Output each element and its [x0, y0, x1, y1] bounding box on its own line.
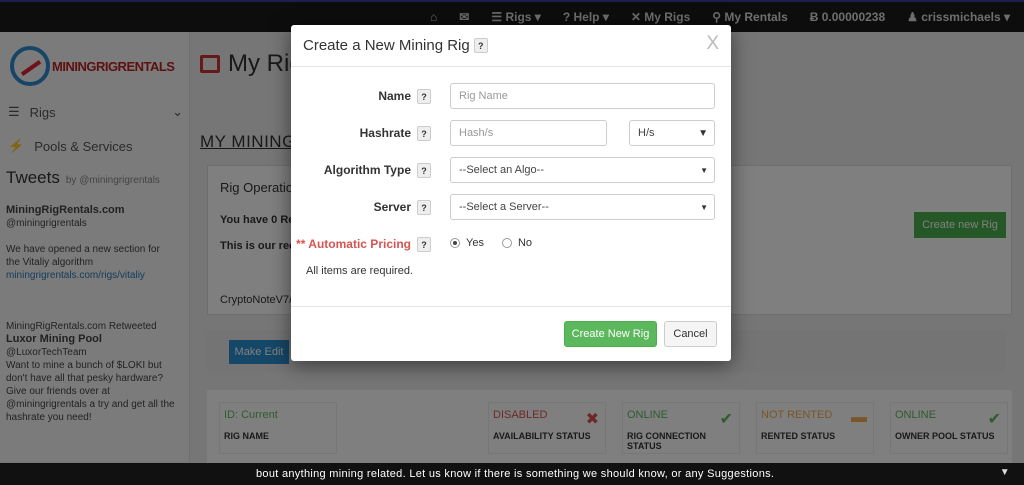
- pricing-radio-group: Yes No: [450, 237, 532, 249]
- form-row-hashrate: Hashrate ? H/s ▼: [291, 120, 731, 148]
- modal-title: Create a New Mining Rig: [303, 37, 470, 54]
- automatic-pricing-label: ** Automatic Pricing: [296, 237, 411, 251]
- hashrate-unit-value: H/s: [638, 127, 655, 139]
- help-icon[interactable]: ?: [417, 237, 431, 252]
- pricing-yes-label[interactable]: Yes: [466, 237, 484, 249]
- cancel-button[interactable]: Cancel: [664, 321, 717, 347]
- caret-down-icon[interactable]: ▼: [1000, 467, 1010, 478]
- help-icon[interactable]: ?: [473, 38, 488, 53]
- help-icon[interactable]: ?: [417, 163, 431, 178]
- algorithm-select[interactable]: --Select an Algo-- ▼: [450, 157, 715, 183]
- form-row-name: Name ?: [291, 83, 731, 111]
- help-icon[interactable]: ?: [417, 200, 431, 215]
- server-value: --Select a Server--: [459, 201, 549, 213]
- form-row-server: Server ? --Select a Server-- ▼: [291, 194, 731, 222]
- hashrate-label: Hashrate: [359, 126, 411, 140]
- server-select[interactable]: --Select a Server-- ▼: [450, 194, 715, 220]
- name-label: Name: [378, 89, 411, 103]
- pricing-yes-radio[interactable]: [450, 238, 460, 248]
- hashrate-unit-select[interactable]: H/s ▼: [629, 120, 715, 146]
- news-ticker: bout anything mining related. Let us kno…: [0, 463, 1024, 485]
- server-label: Server: [373, 200, 411, 214]
- caret-down-icon: ▼: [698, 127, 708, 139]
- modal-header: Create a New Mining Rig ? X: [291, 25, 731, 67]
- algorithm-label: Algorithm Type: [323, 163, 411, 177]
- rig-name-input[interactable]: [450, 83, 715, 109]
- help-icon[interactable]: ?: [417, 89, 431, 104]
- close-icon[interactable]: X: [706, 33, 719, 55]
- caret-down-icon: ▼: [700, 165, 708, 175]
- pricing-no-label[interactable]: No: [518, 237, 532, 249]
- form-row-algorithm: Algorithm Type ? --Select an Algo-- ▼: [291, 157, 731, 185]
- create-rig-modal: Create a New Mining Rig ? X Name ? Hashr…: [291, 25, 731, 361]
- create-new-rig-submit-button[interactable]: Create New Rig: [564, 321, 657, 347]
- ticker-text: bout anything mining related. Let us kno…: [256, 468, 775, 480]
- help-icon[interactable]: ?: [417, 126, 431, 141]
- required-note: All items are required.: [306, 265, 413, 277]
- modal-footer: Create New Rig Cancel: [291, 306, 731, 361]
- pricing-no-radio[interactable]: [501, 238, 512, 248]
- form-row-pricing: ** Automatic Pricing ? Yes No: [291, 231, 731, 259]
- hashrate-input[interactable]: [450, 120, 607, 146]
- caret-down-icon: ▼: [700, 202, 708, 212]
- algorithm-value: --Select an Algo--: [459, 164, 544, 176]
